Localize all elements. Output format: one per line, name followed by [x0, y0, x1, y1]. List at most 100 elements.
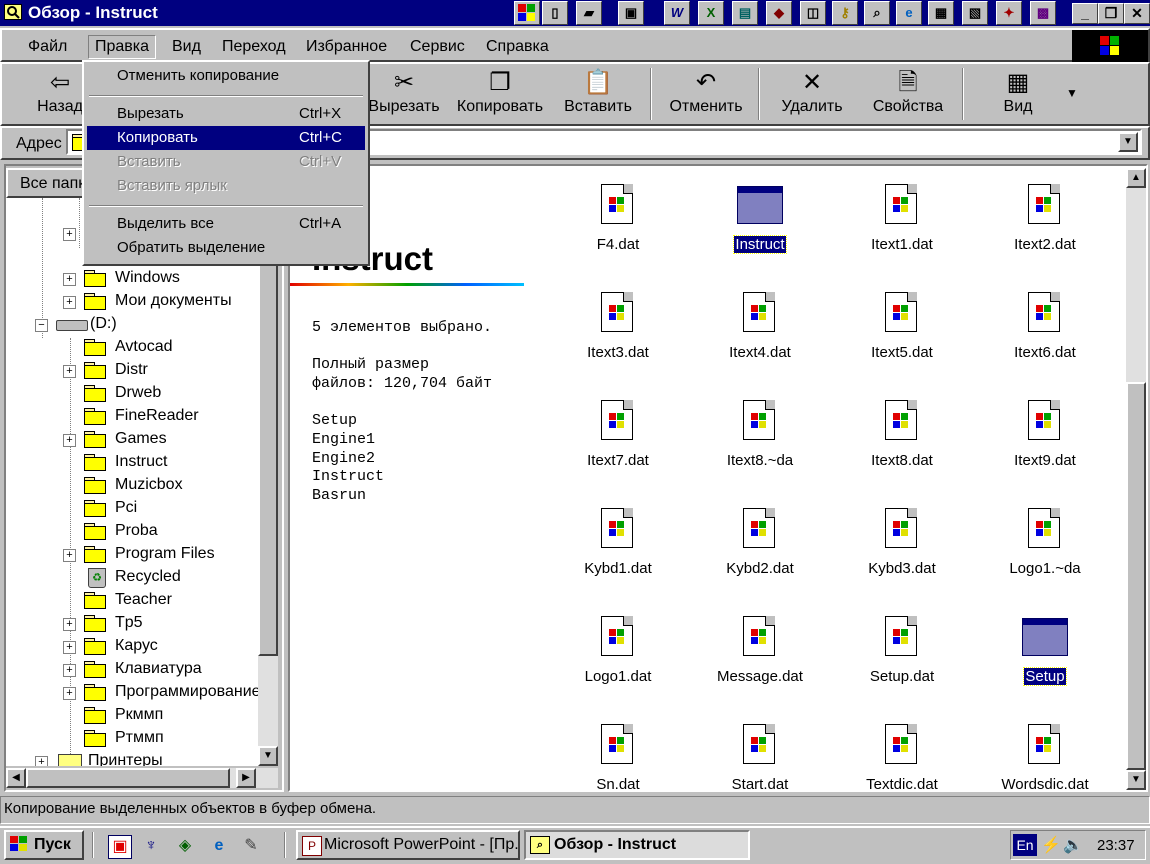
file-item[interactable]: Kybd2.dat — [705, 498, 815, 594]
menu-item-paste-shortcut[interactable]: Вставить ярлык — [87, 174, 365, 198]
key-icon[interactable]: ⚷ — [832, 1, 858, 25]
launch-network-icon[interactable]: ◈ — [174, 835, 196, 857]
properties-button[interactable]: 🗎 Свойства — [860, 68, 956, 124]
file-item[interactable]: Logo1.~da — [990, 498, 1100, 594]
task-explorer-instruct[interactable]: ⌕ Обзор - Instruct — [524, 830, 750, 860]
file-item[interactable]: Itext4.dat — [705, 282, 815, 378]
expand-toggle[interactable]: + — [63, 549, 76, 562]
expand-toggle[interactable]: + — [63, 434, 76, 447]
view-button[interactable]: ▦ Вид — [970, 68, 1066, 124]
file-item[interactable]: Itext8.dat — [847, 390, 957, 486]
tree-horizontal-scroll-thumb[interactable] — [26, 768, 230, 788]
expand-toggle[interactable]: + — [63, 273, 76, 286]
view-dropdown-arrow-icon[interactable]: ▼ — [1066, 86, 1078, 100]
menu-favorites[interactable]: Избранное — [306, 38, 387, 56]
expand-toggle[interactable]: + — [63, 664, 76, 677]
tree-scroll-left-arrow-icon[interactable]: ◀ — [6, 768, 26, 788]
tree-scroll-right-arrow-icon[interactable]: ▶ — [236, 768, 256, 788]
file-name: Itext3.dat — [563, 344, 673, 361]
shortcut-d-icon[interactable]: ▩ — [1030, 1, 1056, 25]
outlook-express-icon[interactable]: ✎ — [240, 835, 262, 857]
menu-view[interactable]: Вид — [172, 38, 201, 56]
expand-toggle[interactable]: + — [63, 687, 76, 700]
paste-button[interactable]: 📋 Вставить — [550, 68, 646, 124]
menu-file[interactable]: Файл — [28, 38, 67, 56]
open-document-icon[interactable]: ▰ — [576, 1, 602, 25]
file-item[interactable]: Logo1.dat — [563, 606, 673, 702]
file-item[interactable]: Itext2.dat — [990, 174, 1100, 270]
find-icon[interactable]: ⌕ — [864, 1, 890, 25]
show-desktop-icon[interactable]: ▣ — [108, 835, 132, 859]
menu-help[interactable]: Справка — [486, 38, 549, 56]
file-item[interactable]: Itext8.~da — [705, 390, 815, 486]
cut-button[interactable]: ✂ Вырезать — [356, 68, 452, 124]
menu-edit[interactable]: Правка — [88, 35, 157, 59]
expand-toggle[interactable]: + — [63, 228, 76, 241]
address-dropdown-button[interactable]: ▼ — [1118, 132, 1138, 152]
powerpoint-icon[interactable]: ◆ — [766, 1, 792, 25]
shortcut-a-icon[interactable]: ▦ — [928, 1, 954, 25]
collapse-toggle[interactable]: − — [35, 319, 48, 332]
menu-item-copy[interactable]: Копировать Ctrl+C — [87, 126, 365, 150]
tree-scroll-down-arrow-icon[interactable]: ▼ — [258, 746, 278, 766]
menu-item-cut[interactable]: Вырезать Ctrl+X — [87, 102, 365, 126]
expand-toggle[interactable]: + — [63, 641, 76, 654]
menu-item-paste[interactable]: Вставить Ctrl+V — [87, 150, 365, 174]
files-scroll-up-arrow-icon[interactable]: ▲ — [1126, 168, 1146, 188]
outlook-icon[interactable]: ▤ — [732, 1, 758, 25]
internet-explorer-icon[interactable]: e — [208, 835, 230, 857]
task-powerpoint[interactable]: P Microsoft PowerPoint - [Пр... — [296, 830, 520, 860]
expand-toggle[interactable]: + — [35, 756, 48, 766]
title-bar[interactable]: Обзор - Instruct ▯ ▰ ▣ W X ▤ ◆ ◫ ⚷ ⌕ e ▦… — [0, 0, 1150, 26]
menu-item-undo-copy[interactable]: Отменить копирование — [87, 64, 365, 88]
file-item[interactable]: Instruct — [705, 174, 815, 270]
internet-explorer-icon[interactable]: e — [896, 1, 922, 25]
rainbow-divider — [290, 283, 524, 286]
file-item[interactable]: Itext6.dat — [990, 282, 1100, 378]
file-item[interactable]: Message.dat — [705, 606, 815, 702]
word-icon[interactable]: W — [664, 1, 690, 25]
files-vertical-scroll-thumb[interactable] — [1126, 382, 1146, 770]
delete-button[interactable]: ✕ Удалить — [764, 68, 860, 124]
menu-tools[interactable]: Сервис — [410, 38, 465, 56]
tree-vertical-scroll-thumb[interactable] — [258, 220, 278, 656]
file-item[interactable]: Kybd1.dat — [563, 498, 673, 594]
shortcut-b-icon[interactable]: ▧ — [962, 1, 988, 25]
volume-speaker-icon[interactable]: 🔈 — [1063, 835, 1083, 855]
file-item[interactable]: Itext5.dat — [847, 282, 957, 378]
file-item[interactable]: Itext9.dat — [990, 390, 1100, 486]
file-item[interactable]: Itext1.dat — [847, 174, 957, 270]
menu-item-select-all[interactable]: Выделить все Ctrl+A — [87, 212, 365, 236]
expand-toggle[interactable]: + — [63, 618, 76, 631]
file-item[interactable]: Kybd3.dat — [847, 498, 957, 594]
file-item[interactable]: F4.dat — [563, 174, 673, 270]
schedule-icon[interactable]: ◫ — [800, 1, 826, 25]
windows-document-icon — [601, 616, 633, 656]
expand-toggle[interactable]: + — [63, 296, 76, 309]
shortcut-c-icon[interactable]: ✦ — [996, 1, 1022, 25]
tree-label: Proba — [115, 522, 158, 539]
close-button[interactable]: ✕ — [1124, 3, 1150, 24]
menu-item-invert-selection[interactable]: Обратить выделение — [87, 236, 365, 260]
language-indicator[interactable]: En — [1013, 834, 1037, 856]
minimize-button[interactable]: _ — [1072, 3, 1098, 24]
menu-go[interactable]: Переход — [222, 38, 286, 56]
office-bar-icon[interactable] — [514, 1, 540, 25]
explorer-window-icon[interactable] — [4, 4, 22, 20]
office-shortcut-icon[interactable]: ▣ — [618, 1, 644, 25]
file-item[interactable]: Setup — [990, 606, 1100, 702]
new-document-icon[interactable]: ▯ — [542, 1, 568, 25]
file-item[interactable]: Itext7.dat — [563, 390, 673, 486]
maximize-button[interactable]: ❐ — [1098, 3, 1124, 24]
file-item[interactable]: Setup.dat — [847, 606, 957, 702]
excel-icon[interactable]: X — [698, 1, 724, 25]
channels-icon[interactable]: ♆ — [140, 835, 162, 857]
network-tray-icon[interactable]: ⚡ — [1041, 835, 1061, 855]
copy-label: Копировать — [456, 98, 544, 115]
start-button[interactable]: Пуск — [4, 830, 84, 860]
copy-button[interactable]: ❐ Копировать — [450, 68, 550, 124]
file-item[interactable]: Itext3.dat — [563, 282, 673, 378]
expand-toggle[interactable]: + — [63, 365, 76, 378]
files-scroll-down-arrow-icon[interactable]: ▼ — [1126, 770, 1146, 790]
undo-button[interactable]: ↶ Отменить — [658, 68, 754, 124]
